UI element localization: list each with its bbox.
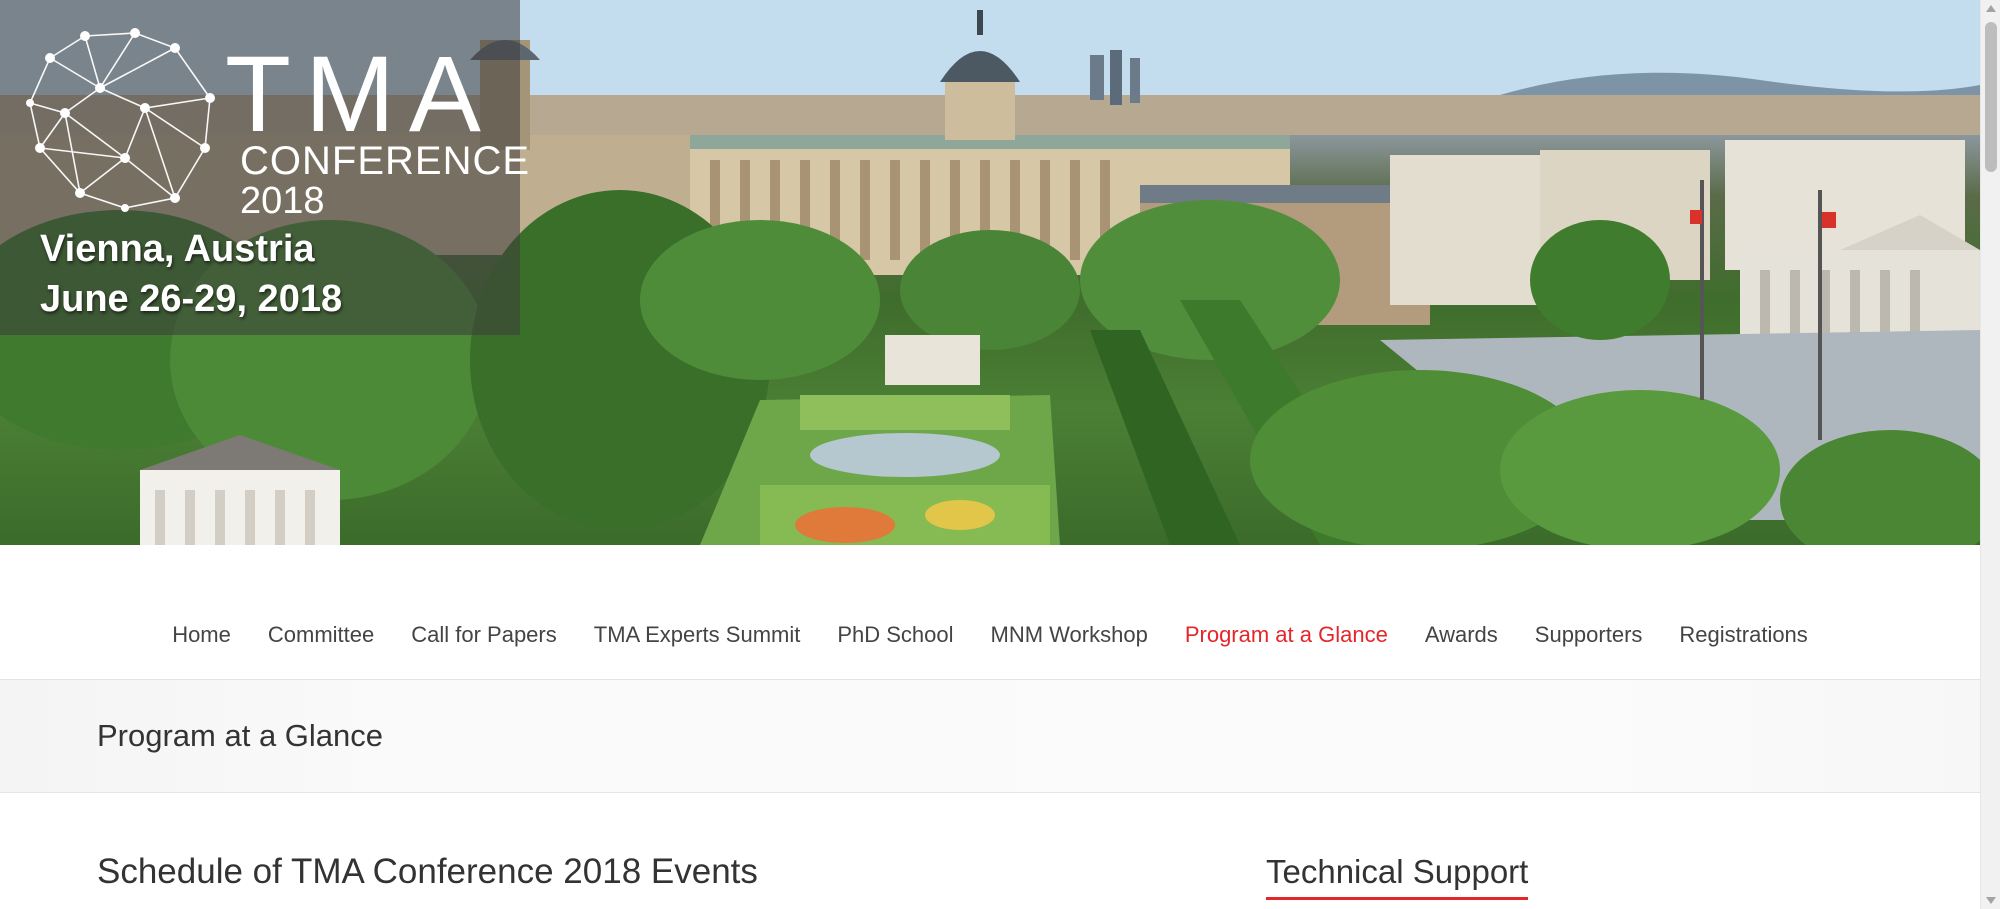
nav-item-call-for-papers[interactable]: Call for Papers: [393, 622, 576, 648]
technical-support-heading: Technical Support: [1266, 853, 1529, 900]
nav-item-mnm-workshop[interactable]: MNM Workshop: [972, 622, 1166, 648]
nav-item-registrations[interactable]: Registrations: [1661, 622, 1826, 648]
logo-subtitle: CONFERENCE: [240, 139, 531, 183]
page-title: Program at a Glance: [97, 718, 384, 753]
scroll-up-arrow-icon[interactable]: [1986, 5, 1996, 12]
conference-dates: June 26-29, 2018: [40, 278, 343, 320]
schedule-heading: Schedule of TMA Conference 2018 Events: [97, 852, 758, 891]
logo-title: TMA: [225, 33, 495, 154]
nav-item-program-at-a-glance[interactable]: Program at a Glance: [1166, 622, 1406, 648]
nav-item-home[interactable]: Home: [154, 622, 250, 648]
page-scrollbar[interactable]: [1980, 0, 2000, 909]
nav-item-committee[interactable]: Committee: [249, 622, 392, 648]
page-title-bar: Program at a Glance: [0, 680, 1980, 793]
conference-location: Vienna, Austria: [40, 228, 315, 270]
scroll-down-arrow-icon[interactable]: [1986, 897, 1996, 904]
nav-item-awards[interactable]: Awards: [1406, 622, 1516, 648]
scroll-thumb[interactable]: [1985, 22, 1997, 172]
nav-item-supporters[interactable]: Supporters: [1516, 622, 1661, 648]
header-banner: TMA CONFERENCE 2018 Vienna, Austria June…: [0, 0, 1980, 545]
logo-year: 2018: [240, 180, 325, 222]
nav-item-phd-school[interactable]: PhD School: [819, 622, 972, 648]
main-navigation: Home Committee Call for Papers TMA Exper…: [0, 590, 1980, 680]
network-logo-icon: [26, 28, 215, 212]
nav-item-tma-experts-summit[interactable]: TMA Experts Summit: [575, 622, 819, 648]
